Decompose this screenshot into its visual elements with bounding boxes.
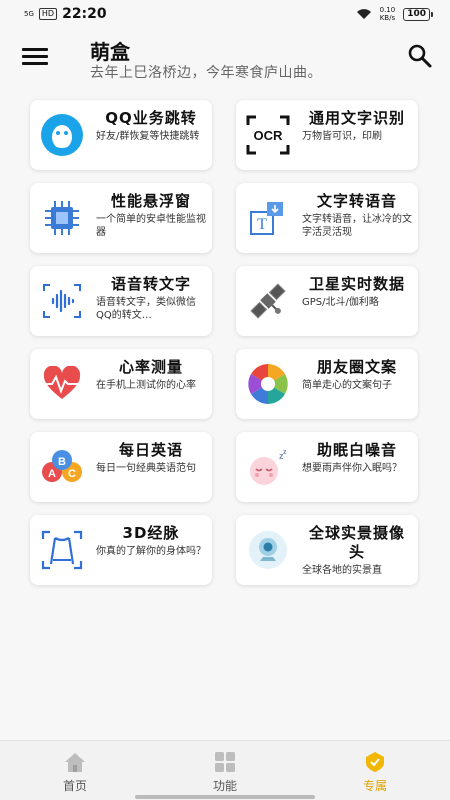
hd-badge: HD	[38, 8, 58, 20]
card-daily-english[interactable]: B A C 每日英语 每日一句经典英语范句	[30, 432, 212, 502]
card-ocr[interactable]: OCR 通用文字识别 万物皆可识，印刷	[236, 100, 418, 170]
card-3d-meridians[interactable]: 3D经脉 你真的了解你的身体吗？	[30, 515, 212, 585]
bottom-nav: 首页 功能 专属	[0, 740, 450, 800]
card-desc: GPS/北斗/伽利略	[302, 297, 379, 308]
text-to-speech-icon: T	[246, 197, 290, 239]
ocr-label: OCR	[254, 128, 284, 143]
app-title: 萌盒	[90, 40, 130, 64]
home-indicator	[135, 795, 315, 799]
satellite-icon	[246, 280, 290, 322]
card-desc: 一个简单的安卓性能监视器	[96, 214, 206, 238]
card-title: 助眠白噪音	[316, 441, 397, 459]
speed-value: 0.10	[379, 6, 396, 14]
card-perf-overlay[interactable]: 性能悬浮窗 一个简单的安卓性能监视器	[30, 183, 212, 253]
card-title: 全球实景摄像头	[308, 524, 405, 561]
wifi-icon	[356, 9, 371, 19]
card-desc: 好友/群恢复等快捷跳转	[96, 131, 200, 142]
card-title: 3D经脉	[122, 524, 180, 542]
network-indicator: 5G	[24, 9, 34, 18]
card-desc: 文字转语音，让冰冷的文字活灵活现	[302, 214, 412, 238]
card-desc: 语音转文字，类似微信QQ的转文…	[96, 297, 196, 321]
card-desc: 万物皆可识，印刷	[302, 131, 382, 142]
menu-line	[22, 55, 48, 58]
card-title: 文字转语音	[316, 192, 397, 210]
card-global-webcams[interactable]: 全球实景摄像头 全球各地的实景直	[236, 515, 418, 585]
nav-label: 功能	[212, 779, 237, 793]
card-satellite-data[interactable]: 卫星实时数据 GPS/北斗/伽利略	[236, 266, 418, 336]
app-header: 萌盒 去年上巳洛桥边，今年寒食庐山曲。	[0, 28, 450, 98]
card-title: 语音转文字	[110, 275, 191, 293]
card-qq-jump[interactable]: QQ业务跳转 好友/群恢复等快捷跳转	[30, 100, 212, 170]
sleeping-face-icon: z z	[246, 446, 290, 488]
card-title: 心率测量	[118, 358, 183, 376]
home-icon	[65, 753, 85, 772]
svg-text:A: A	[48, 468, 56, 480]
nav-functions[interactable]: 功能	[150, 741, 300, 800]
svg-text:z: z	[283, 449, 287, 456]
heart-rate-icon	[40, 363, 84, 405]
card-moments-copy[interactable]: 朋友圈文案 简单走心的文案句子	[236, 349, 418, 419]
card-desc: 想要雨声伴你入眠吗？	[302, 463, 402, 474]
network-speed: 0.10 KB/s	[380, 6, 396, 22]
menu-button[interactable]	[22, 48, 48, 68]
app-subtitle: 去年上巳洛桥边，今年寒食庐山曲。	[90, 65, 322, 81]
card-title: QQ业务跳转	[105, 109, 197, 127]
card-title: 朋友圈文案	[316, 358, 397, 376]
status-bar: 5G HD 22:20 0.10 KB/s 100	[0, 0, 450, 28]
camera-aperture-icon	[246, 363, 290, 405]
battery-indicator: 100	[403, 7, 433, 21]
badge-icon	[366, 752, 384, 772]
svg-text:B: B	[58, 456, 66, 468]
body-scan-icon	[40, 529, 84, 571]
search-icon	[408, 44, 432, 68]
nav-exclusive[interactable]: 专属	[300, 741, 450, 800]
menu-line	[22, 48, 48, 51]
card-desc: 简单走心的文案句子	[302, 380, 392, 391]
cpu-chip-icon	[40, 197, 84, 239]
card-sleep-noise[interactable]: z z 助眠白噪音 想要雨声伴你入眠吗？	[236, 432, 418, 502]
status-time: 22:20	[62, 6, 107, 22]
card-title: 卫星实时数据	[308, 275, 405, 293]
qq-penguin-icon	[40, 114, 84, 156]
menu-line	[22, 62, 48, 65]
svg-text:C: C	[68, 468, 76, 480]
ocr-scan-icon: OCR	[246, 114, 290, 156]
card-title: 每日英语	[118, 441, 183, 459]
speed-unit: KB/s	[379, 14, 396, 22]
card-desc: 你真的了解你的身体吗？	[96, 546, 206, 557]
card-title: 性能悬浮窗	[110, 192, 191, 210]
search-button[interactable]	[406, 42, 434, 70]
nav-label: 首页	[62, 779, 87, 793]
voice-wave-icon	[40, 280, 84, 322]
svg-text:T: T	[257, 216, 267, 233]
webcam-icon	[246, 529, 290, 571]
nav-label: 专属	[362, 779, 387, 793]
card-desc: 全球各地的实景直	[302, 565, 382, 576]
card-text-to-speech[interactable]: T 文字转语音 文字转语音，让冰冷的文字活灵活现	[236, 183, 418, 253]
card-speech-to-text[interactable]: 语音转文字 语音转文字，类似微信QQ的转文…	[30, 266, 212, 336]
card-heart-rate[interactable]: 心率测量 在手机上测试你的心率	[30, 349, 212, 419]
nav-home[interactable]: 首页	[0, 741, 150, 800]
card-desc: 每日一句经典英语范句	[96, 463, 196, 474]
card-desc: 在手机上测试你的心率	[96, 380, 196, 391]
card-title: 通用文字识别	[308, 109, 405, 127]
abc-balloons-icon: B A C	[40, 446, 84, 488]
grid-icon	[215, 752, 235, 772]
